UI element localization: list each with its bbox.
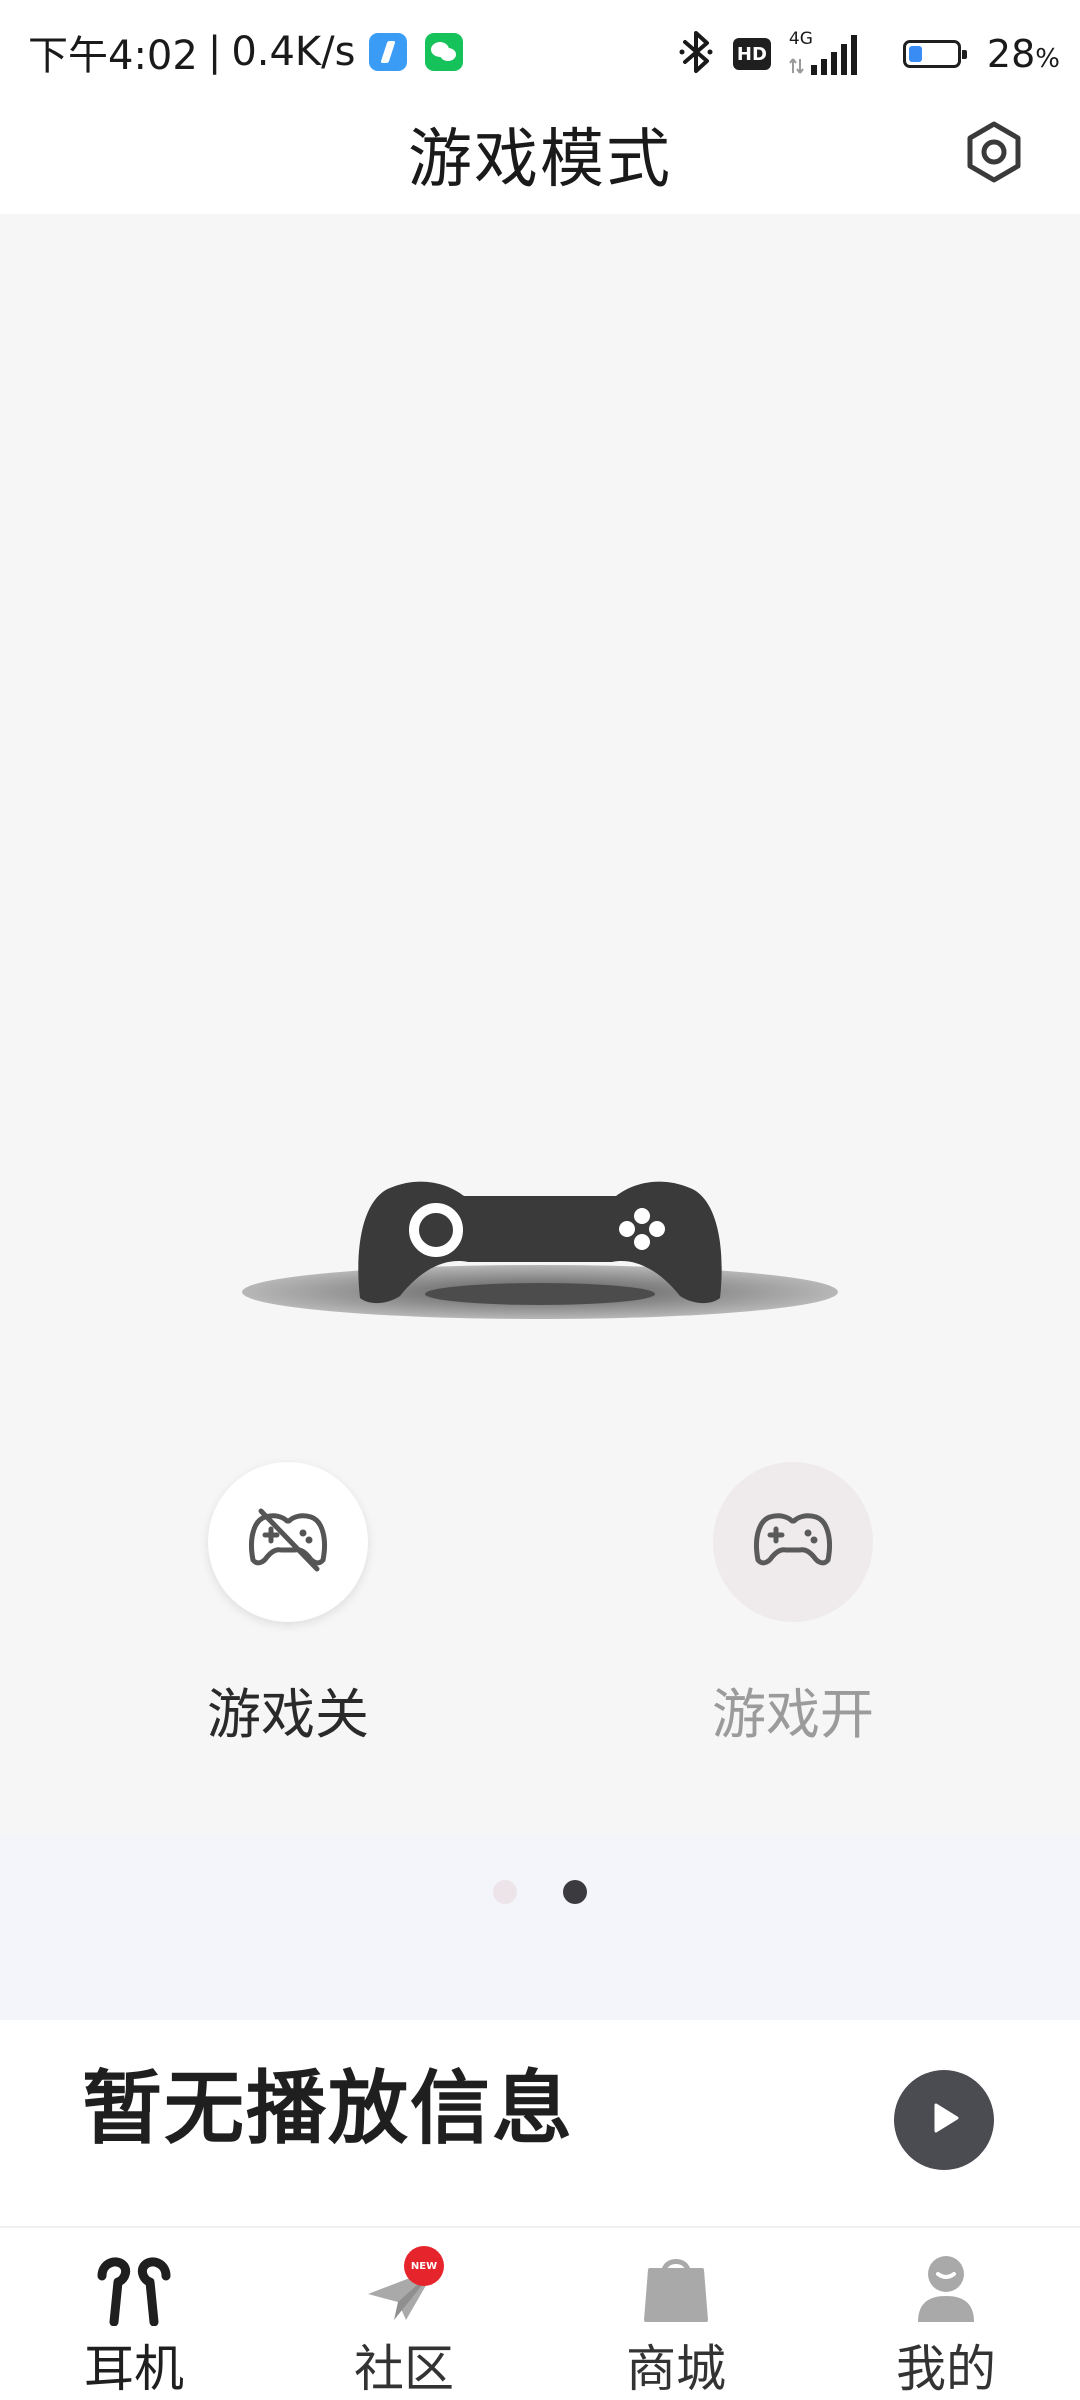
game-mode-off-button[interactable] xyxy=(208,1462,368,1622)
battery-percent-unit: % xyxy=(1035,44,1060,74)
status-net-speed: 0.4K/s xyxy=(231,29,356,75)
gamepad-off-icon xyxy=(243,1505,333,1579)
gamepad-icon xyxy=(748,1505,838,1579)
gamepad-illustration xyxy=(240,1174,840,1324)
game-mode-off-label: 游戏关 xyxy=(207,1683,369,1746)
nav-label-profile: 我的 xyxy=(896,2340,996,2398)
nav-item-profile[interactable]: 我的 xyxy=(846,2250,1046,2394)
battery-fill xyxy=(908,46,922,62)
nav-item-store[interactable]: 商城 xyxy=(576,2250,776,2394)
status-left: 下午4:02 | 0.4K/s xyxy=(28,26,464,79)
now-playing-bar: 暂无播放信息 xyxy=(0,2020,1080,2226)
signal-icon: 4G xyxy=(789,29,879,79)
nav-label-earbuds: 耳机 xyxy=(84,2340,184,2398)
bottom-navigation: 耳机 NEW 社区 商城 我的 xyxy=(0,2226,1080,2400)
game-mode-on-option[interactable]: 游戏开 xyxy=(683,1462,903,1742)
user-icon xyxy=(896,2250,996,2326)
battery-percent: 28% xyxy=(987,32,1060,76)
new-badge: NEW xyxy=(404,2246,444,2286)
hd-icon: HD xyxy=(732,38,771,70)
shopping-bag-icon xyxy=(626,2250,726,2326)
wechat-icon xyxy=(425,33,464,71)
nav-label-community: 社区 xyxy=(354,2340,454,2398)
no-playback-info-text: 暂无播放信息 xyxy=(82,2062,574,2155)
header: 游戏模式 xyxy=(0,104,1080,214)
gear-icon xyxy=(962,120,1026,188)
nav-item-earbuds[interactable]: 耳机 xyxy=(34,2250,234,2394)
status-right: HD 4G 28% xyxy=(679,26,1060,82)
game-mode-panel: 游戏关 游戏开 xyxy=(0,214,1080,1836)
feather-app-icon xyxy=(369,33,408,71)
paper-plane-icon: NEW xyxy=(354,2246,454,2326)
bluetooth-icon xyxy=(679,29,713,79)
earbuds-icon xyxy=(84,2250,184,2327)
nav-label-store: 商城 xyxy=(626,2340,726,2398)
game-mode-off-option[interactable]: 游戏关 xyxy=(178,1462,398,1742)
page-dot-2[interactable] xyxy=(563,1880,587,1904)
play-button[interactable] xyxy=(894,2070,994,2170)
game-mode-on-label: 游戏开 xyxy=(712,1683,874,1746)
play-icon xyxy=(924,2098,964,2142)
status-bar: 下午4:02 | 0.4K/s HD 4G 28% xyxy=(0,0,1080,104)
status-time: 下午4:02 xyxy=(28,33,198,79)
game-mode-on-button[interactable] xyxy=(713,1462,873,1622)
page-indicator-band xyxy=(0,1836,1080,2020)
battery-icon xyxy=(902,40,967,68)
page-title: 游戏模式 xyxy=(408,123,672,197)
battery-percent-value: 28 xyxy=(986,32,1036,76)
page-indicator xyxy=(0,1880,1080,1904)
status-separator: | xyxy=(207,29,222,75)
page-dot-1[interactable] xyxy=(493,1880,517,1904)
nav-item-community[interactable]: NEW 社区 xyxy=(304,2246,504,2398)
settings-button[interactable] xyxy=(958,118,1030,190)
